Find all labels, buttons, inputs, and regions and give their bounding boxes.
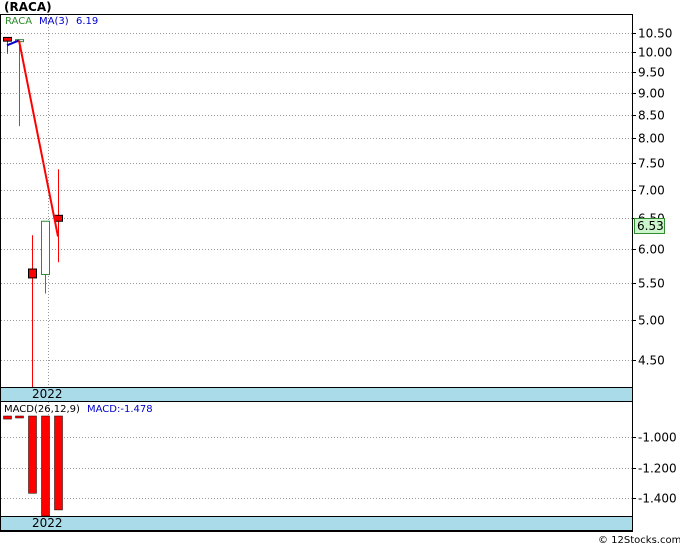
price-tick-label: 9.50	[638, 66, 665, 80]
price-axis: 10.5010.009.509.008.508.007.507.006.506.…	[632, 27, 672, 368]
macd-value: MACD:-1.478	[87, 404, 153, 415]
copyright: © 12Stocks.com	[598, 535, 680, 546]
price-tick-label: 10.00	[638, 46, 672, 60]
price-tick-label: 8.00	[638, 132, 665, 146]
macd-axis: -1.000 -1.200 -1.400	[632, 431, 677, 506]
last-price-value: 6.53	[637, 219, 664, 233]
macd-date-band	[0, 516, 633, 531]
price-tick-label: 9.00	[638, 87, 665, 101]
macd-bar	[15, 415, 24, 419]
macd-bar	[28, 415, 37, 494]
candle-body	[41, 220, 50, 275]
price-tick-label: 6.00	[638, 243, 665, 257]
price-tick-label: 5.00	[638, 314, 665, 328]
macd-x-label: 2022	[32, 516, 63, 530]
price-tick-label: 10.50	[638, 27, 672, 41]
symbol-legend: RACA	[5, 16, 32, 27]
price-x-label: 2022	[32, 387, 63, 401]
macd-tick-label: -1.200	[638, 462, 677, 476]
price-date-band	[0, 387, 633, 402]
macd-tick-label: -1.400	[638, 492, 677, 506]
macd-bar	[41, 415, 50, 517]
macd-bar	[3, 415, 12, 420]
macd-panel	[0, 401, 633, 532]
price-tick-label: 7.00	[638, 184, 665, 198]
price-tick-label: 7.50	[638, 157, 665, 171]
ma-legend: MA(3)	[39, 16, 69, 27]
price-tick-label: 8.50	[638, 109, 665, 123]
stock-chart: 10.5010.009.509.008.508.007.507.006.506.…	[0, 0, 680, 546]
candle-body	[3, 36, 12, 42]
macd-tick-label: -1.000	[638, 431, 677, 445]
chart-title: (RACA)	[4, 0, 52, 14]
ma-value: 6.19	[76, 16, 98, 27]
macd-title: MACD(26,12,9)	[4, 404, 80, 415]
candle-body	[28, 268, 37, 279]
price-tick-label: 4.50	[638, 354, 665, 368]
macd-bar	[54, 415, 63, 511]
price-tick-label: 5.50	[638, 277, 665, 291]
